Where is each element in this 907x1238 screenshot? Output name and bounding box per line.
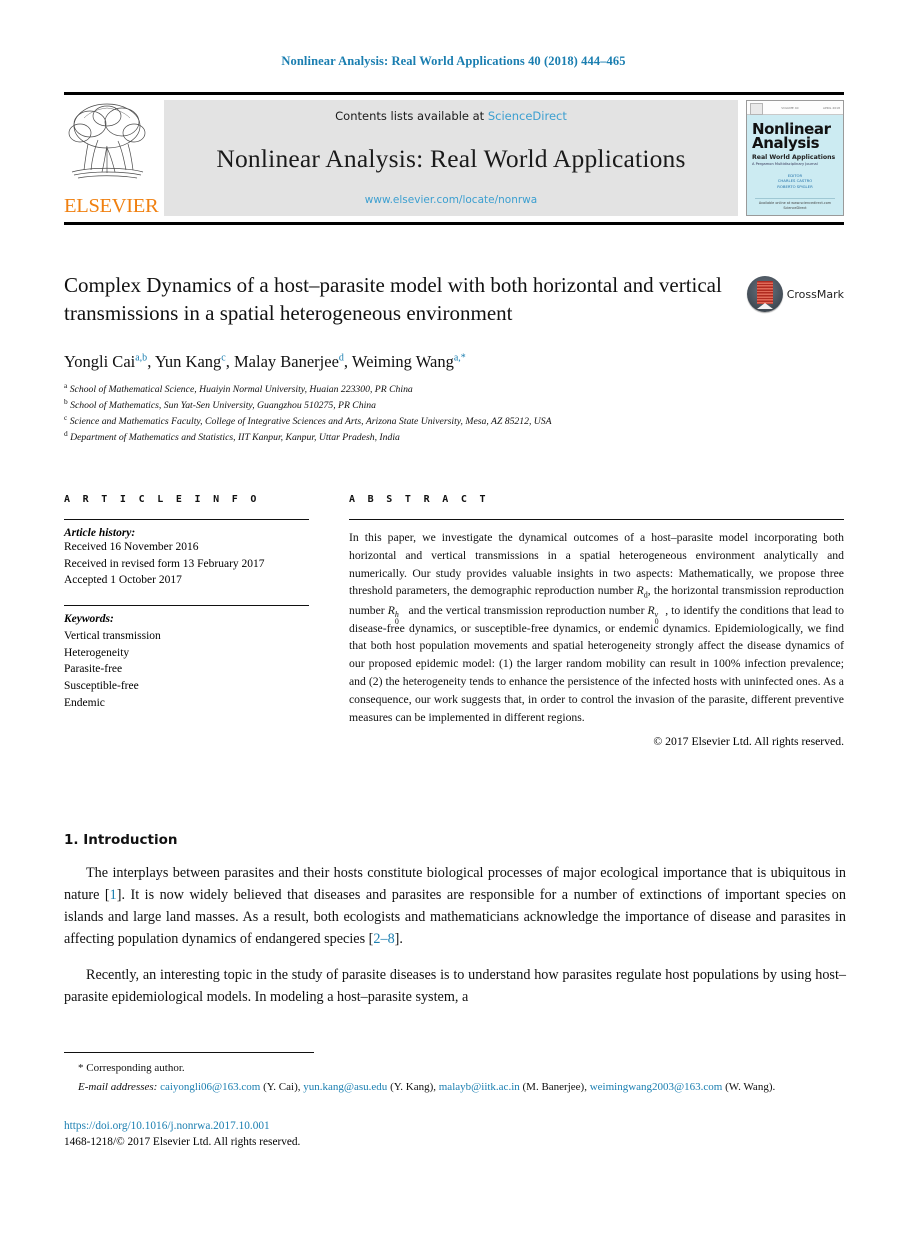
journal-url-link[interactable]: www.elsevier.com/locate/nonrwa [365, 194, 537, 206]
article-history-list: Received 16 November 2016 Received in rev… [64, 539, 309, 589]
elsevier-logo: ELSEVIER [64, 100, 162, 216]
abstract-part-4: , to identify the conditions that lead t… [349, 603, 845, 724]
masthead-center: Contents lists available at ScienceDirec… [164, 100, 738, 216]
paragraph-1: The interplays between parasites and the… [64, 862, 846, 950]
keywords-rule [64, 605, 309, 607]
affiliation-item: b School of Mathematics, Sun Yat-Sen Uni… [64, 396, 376, 412]
email-owner: (Y. Cai), [263, 1080, 301, 1093]
keyword-item: Parasite-free [64, 663, 123, 676]
email-link[interactable]: weimingwang2003@163.com [590, 1081, 723, 1093]
cover-editor-2: ROBERTO SPIGLER [777, 184, 813, 189]
email-addresses-list: caiyongli06@163.com (Y. Cai), yun.kang@a… [160, 1081, 775, 1093]
cover-editors: EDITOR CHARLES CASTRO ROBERTO SPIGLER [752, 173, 838, 190]
abstract-column: A B S T R A C T In this paper, we invest… [349, 494, 844, 748]
citation-ref-2-8[interactable]: 2–8 [373, 931, 394, 947]
cover-main: Nonlinear Analysis Real World Applicatio… [747, 115, 843, 190]
abstract-heading: A B S T R A C T [349, 494, 489, 505]
affiliation-marker: a [64, 380, 68, 390]
paragraph-1-b: ]. It is now widely believed that diseas… [64, 887, 846, 947]
contents-prefix: Contents lists available at [335, 109, 488, 123]
article-history-item: Received in revised form 13 February 201… [64, 557, 265, 570]
email-addresses-label: E-mail addresses: [78, 1080, 158, 1093]
abstract-rule [349, 519, 844, 520]
cover-title-line2: Analysis [752, 134, 820, 153]
footnote-block: * Corresponding author. E-mail addresses… [64, 1060, 846, 1095]
symbol-r0v-base: R [647, 603, 655, 617]
cover-elsevier-mark [750, 103, 763, 115]
masthead-bottom-rule [64, 222, 844, 225]
masthead-top-rule [64, 92, 844, 95]
corresponding-author-text: Corresponding author. [86, 1062, 185, 1074]
affiliation-marker: b [64, 396, 68, 406]
journal-masthead: ELSEVIER Contents lists available at Sci… [64, 92, 844, 225]
paragraph-2: Recently, an interesting topic in the st… [64, 967, 846, 1006]
email-owner: (M. Banerjee), [522, 1080, 587, 1093]
keywords-label: Keywords: [64, 613, 114, 626]
footnote-rule [64, 1052, 314, 1053]
sciencedirect-link[interactable]: ScienceDirect [488, 109, 567, 123]
article-history-item: Received 16 November 2016 [64, 541, 199, 553]
keywords-list: Vertical transmission Heterogeneity Parasi… [64, 628, 309, 711]
elsevier-tree-icon [64, 100, 150, 182]
keyword-item: Vertical transmission [64, 630, 161, 643]
keyword-item: Susceptible-free [64, 680, 139, 693]
keyword-item: Heterogeneity [64, 646, 130, 659]
page-title: Complex Dynamics of a host–parasite mode… [64, 273, 722, 325]
doi-link[interactable]: https://doi.org/10.1016/j.nonrwa.2017.10… [64, 1118, 300, 1134]
symbol-r0h-sub: 0 [394, 617, 399, 627]
cover-footer-line2: ScienceDirect [783, 206, 807, 211]
affiliation-item: a School of Mathematical Science, Huaiyi… [64, 380, 413, 396]
email-owner: (Y. Kang), [390, 1080, 436, 1093]
abstract-text: In this paper, we investigate the dynami… [349, 529, 844, 726]
running-head: Nonlinear Analysis: Real World Applicati… [281, 54, 626, 68]
affiliation-marker: c [64, 412, 68, 422]
paragraph-1-c: ]. [394, 931, 403, 947]
cover-top-right: APRIL 2018 [822, 105, 840, 110]
author-list: Yongli Caia,b, Yun Kangc, Malay Banerjee… [64, 351, 466, 371]
affiliation-item: c Science and Mathematics Faculty, Colle… [64, 412, 552, 428]
cover-subtitle2: A Pergamon Multidisciplinary Journal [752, 161, 818, 166]
introduction-section: 1. Introduction The interplays between p… [64, 832, 846, 1022]
citation-ref-1[interactable]: 1 [110, 887, 117, 903]
symbol-r0h-base: R [387, 603, 395, 617]
cover-top-mid: VOLUME 40 [781, 105, 799, 110]
article-history-item: Accepted 1 October 2017 [64, 574, 182, 587]
doi-copyright-block: https://doi.org/10.1016/j.nonrwa.2017.10… [64, 1118, 300, 1151]
journal-title: Nonlinear Analysis: Real World Applicati… [216, 143, 686, 173]
journal-cover-thumbnail: ISSN VOLUME 40 APRIL 2018 Nonlinear Anal… [746, 100, 844, 216]
copyright-line: 1468-1218/© 2017 Elsevier Ltd. All right… [64, 1136, 301, 1149]
article-info-column: A R T I C L E I N F O Article history: R… [64, 494, 309, 748]
crossmark-icon [746, 276, 783, 312]
article-page: Nonlinear Analysis: Real World Applicati… [0, 0, 907, 1238]
keyword-item: Endemic [64, 696, 105, 709]
affiliation-marker: d [64, 428, 68, 438]
info-abstract-row: A R T I C L E I N F O Article history: R… [64, 494, 844, 748]
article-info-heading: A R T I C L E I N F O [64, 494, 260, 505]
abstract-part-3: and the vertical transmission reproducti… [405, 603, 648, 617]
elsevier-wordmark: ELSEVIER [64, 194, 159, 217]
email-addresses-line: E-mail addresses: caiyongli06@163.com (Y… [78, 1079, 846, 1096]
email-link[interactable]: caiyongli06@163.com [160, 1081, 260, 1093]
contents-available-line: Contents lists available at ScienceDirec… [335, 109, 567, 123]
affiliation-item: d Department of Mathematics and Statisti… [64, 428, 400, 444]
email-owner: (W. Wang). [725, 1080, 776, 1093]
corresponding-author-note: * Corresponding author. [78, 1060, 846, 1077]
cover-footer: Available online at www.sciencedirect.co… [755, 198, 835, 211]
article-history-label: Article history: [64, 527, 136, 539]
symbol-r0v-sub: 0 [654, 617, 659, 627]
title-block: Complex Dynamics of a host–parasite mode… [64, 272, 844, 445]
affiliation-list: a School of Mathematical Science, Huaiyi… [64, 381, 844, 445]
email-link[interactable]: malayb@iitk.ac.in [439, 1081, 520, 1093]
article-info-rule [64, 519, 309, 520]
crossmark-badge[interactable]: CrossMark [746, 276, 844, 312]
cover-subtitle: Real World Applications [752, 153, 836, 161]
asterisk-marker: * [78, 1062, 84, 1074]
section-title-introduction: 1. Introduction [64, 832, 178, 848]
abstract-rights: © 2017 Elsevier Ltd. All rights reserved… [653, 735, 844, 749]
crossmark-label: CrossMark [786, 287, 844, 301]
email-link[interactable]: yun.kang@asu.edu [303, 1081, 387, 1093]
symbol-rd-base: R [636, 584, 644, 598]
